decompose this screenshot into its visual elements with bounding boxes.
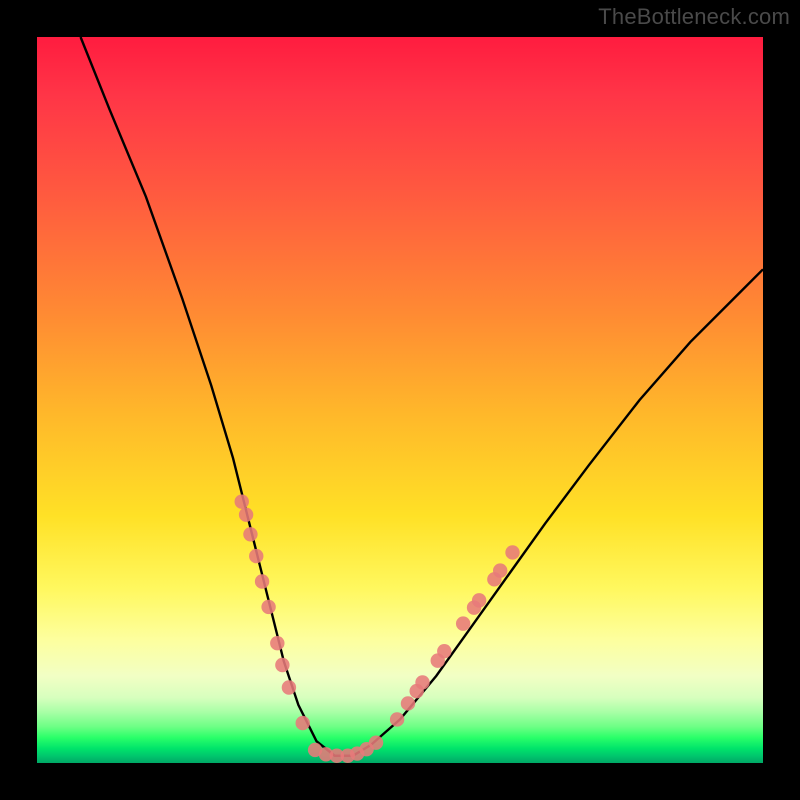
data-marker (255, 574, 269, 588)
watermark-text: TheBottleneck.com (598, 4, 790, 30)
data-marker (261, 600, 275, 614)
data-markers (235, 494, 520, 763)
data-marker (249, 549, 263, 563)
data-marker (456, 616, 470, 630)
data-marker (235, 494, 249, 508)
data-marker (296, 716, 310, 730)
data-marker (415, 675, 429, 689)
data-marker (437, 644, 451, 658)
data-marker (369, 735, 383, 749)
data-marker (505, 545, 519, 559)
data-marker (270, 636, 284, 650)
data-marker (493, 563, 507, 577)
data-marker (275, 658, 289, 672)
data-marker (243, 527, 257, 541)
plot-svg (37, 37, 763, 763)
data-marker (401, 696, 415, 710)
data-marker (282, 680, 296, 694)
data-marker (472, 593, 486, 607)
data-marker (239, 508, 253, 522)
data-marker (390, 712, 404, 726)
curve-path (81, 37, 763, 756)
plot-area (37, 37, 763, 763)
chart-frame: TheBottleneck.com (0, 0, 800, 800)
